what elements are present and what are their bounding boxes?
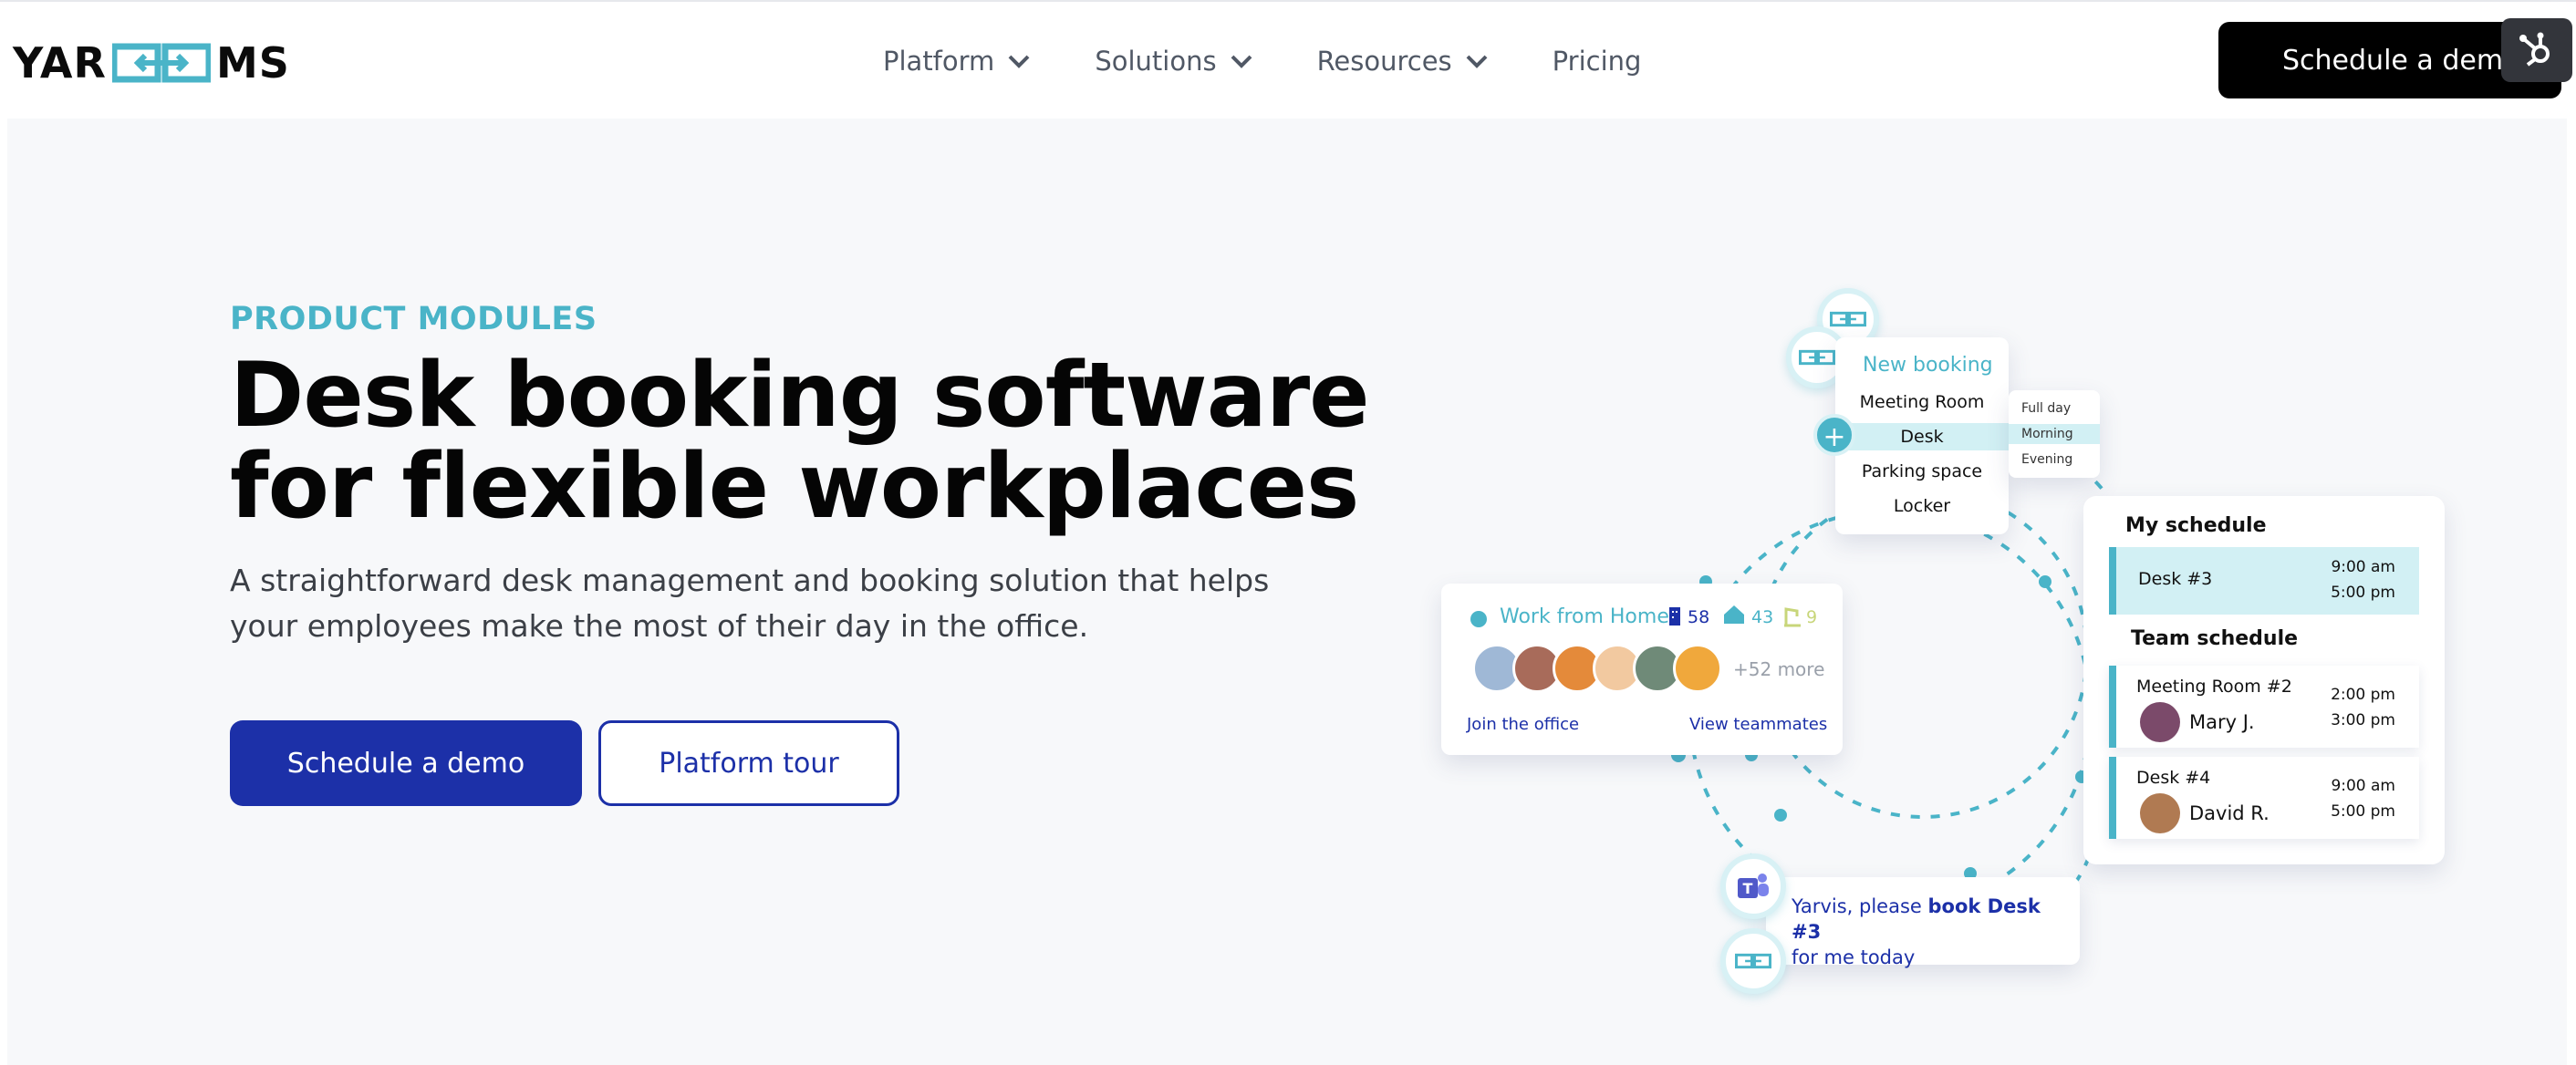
yaroomz-bubble-icon: [1720, 928, 1786, 994]
schedule-demo-label: Schedule a demo: [286, 747, 525, 780]
teams-icon: T: [1720, 853, 1786, 919]
nav-platform-label: Platform: [883, 46, 995, 77]
hero-subtext: A straightforward desk management and bo…: [230, 563, 1270, 644]
end-time: 3:00 pm: [2331, 711, 2395, 729]
booking-option-desk[interactable]: Desk: [1835, 423, 2009, 450]
team-item-time: 2:00 pm 3:00 pm: [2331, 682, 2395, 733]
nav-solutions[interactable]: Solutions: [1095, 46, 1252, 77]
chevron-down-icon: [1008, 55, 1030, 68]
team-item-person: Mary J.: [2189, 711, 2255, 733]
svg-text:T: T: [1743, 880, 1753, 897]
end-time: 5:00 pm: [2331, 584, 2395, 602]
teammate-avatars: [1472, 644, 1722, 693]
office-building-icon: [1669, 607, 1680, 626]
nav-pricing-label: Pricing: [1552, 46, 1642, 77]
home-count: 43: [1751, 607, 1774, 627]
booking-option-meeting-room[interactable]: Meeting Room: [1835, 392, 2009, 412]
team-schedule-title: Team schedule: [2131, 627, 2299, 650]
schedule-demo-button[interactable]: Schedule a demo: [230, 720, 582, 806]
logo-text-right: MS: [215, 38, 290, 88]
team-item-title: Meeting Room #2: [2136, 677, 2292, 697]
hubspot-icon[interactable]: [2501, 18, 2572, 82]
time-option-morning[interactable]: Morning: [2009, 424, 2100, 444]
chevron-down-icon: [1231, 55, 1252, 68]
wfh-title: Work from Home: [1500, 605, 1669, 628]
office-count: 58: [1688, 607, 1710, 627]
my-item-title: Desk #3: [2138, 569, 2213, 589]
nav-platform[interactable]: Platform: [883, 46, 1031, 77]
team-item-person: David R.: [2189, 802, 2270, 824]
new-booking-card: New booking Meeting Room Desk Parking sp…: [1835, 337, 2009, 534]
avatar: [1673, 644, 1722, 693]
booking-option-parking[interactable]: Parking space: [1835, 461, 2009, 481]
work-from-home-card: Work from Home 58 43 9 +52 more Join the…: [1441, 584, 1843, 755]
leave-icon: [1784, 607, 1801, 627]
nav-resources-label: Resources: [1316, 46, 1452, 77]
chat-suffix: for me today: [1792, 946, 1916, 968]
nav-pricing[interactable]: Pricing: [1553, 46, 1642, 77]
headline-line-2: for flexible workplaces: [230, 435, 1359, 539]
schedule-card: My schedule Desk #3 9:00 am 5:00 pm Team…: [2083, 496, 2445, 864]
yaroomz-logo[interactable]: YAR MS: [13, 38, 290, 88]
join-office-link[interactable]: Join the office: [1467, 715, 1579, 734]
avatar: [2140, 793, 2180, 833]
main-nav: Platform Solutions Resources Pricing: [883, 38, 1705, 84]
hero-headline: Desk booking software for flexible workp…: [230, 350, 1416, 532]
team-schedule-item[interactable]: Meeting Room #2 Mary J. 2:00 pm 3:00 pm: [2109, 666, 2419, 748]
team-schedule-item[interactable]: Desk #4 David R. 9:00 am 5:00 pm: [2109, 757, 2419, 839]
hero-eyebrow: PRODUCT MODULES: [230, 301, 597, 337]
my-schedule-title: My schedule: [2125, 514, 2267, 537]
hubspot-sprocket-icon: [2519, 32, 2550, 67]
view-teammates-link[interactable]: View teammates: [1689, 715, 1827, 734]
start-time: 9:00 am: [2331, 777, 2395, 795]
chat-prefix: Yarvis, please: [1792, 895, 1928, 917]
nav-resources[interactable]: Resources: [1317, 46, 1489, 77]
chat-message: Yarvis, please book Desk #3 for me today: [1792, 894, 2074, 970]
time-option-card: Full day Morning Evening: [2009, 390, 2100, 478]
booking-option-locker[interactable]: Locker: [1835, 496, 2009, 516]
new-booking-title: New booking: [1863, 354, 1993, 377]
platform-tour-label: Platform tour: [659, 747, 839, 780]
my-item-time: 9:00 am 5:00 pm: [2331, 554, 2395, 605]
leave-count: 9: [1806, 607, 1818, 627]
time-option-full-day[interactable]: Full day: [2021, 401, 2071, 416]
start-time: 9:00 am: [2331, 558, 2395, 576]
my-schedule-item[interactable]: Desk #3 9:00 am 5:00 pm: [2109, 547, 2419, 615]
team-item-title: Desk #4: [2136, 768, 2211, 788]
time-option-evening[interactable]: Evening: [2021, 452, 2072, 467]
chevron-down-icon: [1466, 55, 1488, 68]
start-time: 2:00 pm: [2331, 686, 2395, 704]
nav-solutions-label: Solutions: [1095, 46, 1217, 77]
platform-tour-button[interactable]: Platform tour: [598, 720, 899, 806]
more-teammates: +52 more: [1733, 658, 1825, 680]
logo-mark-icon: [111, 43, 211, 83]
team-item-time: 9:00 am 5:00 pm: [2331, 773, 2395, 824]
header-cta-label: Schedule a demo: [2282, 44, 2520, 77]
headline-line-1: Desk booking software: [230, 344, 1370, 448]
status-dot: [1470, 611, 1487, 627]
logo-text-left: YAR: [13, 38, 107, 88]
assistant-chat-card: Yarvis, please book Desk #3 for me today: [1766, 877, 2080, 968]
avatar: [2140, 702, 2180, 742]
end-time: 5:00 pm: [2331, 802, 2395, 821]
home-icon: [1724, 605, 1744, 624]
site-header: YAR MS Platform Solutions Resources Pric…: [0, 0, 2576, 119]
